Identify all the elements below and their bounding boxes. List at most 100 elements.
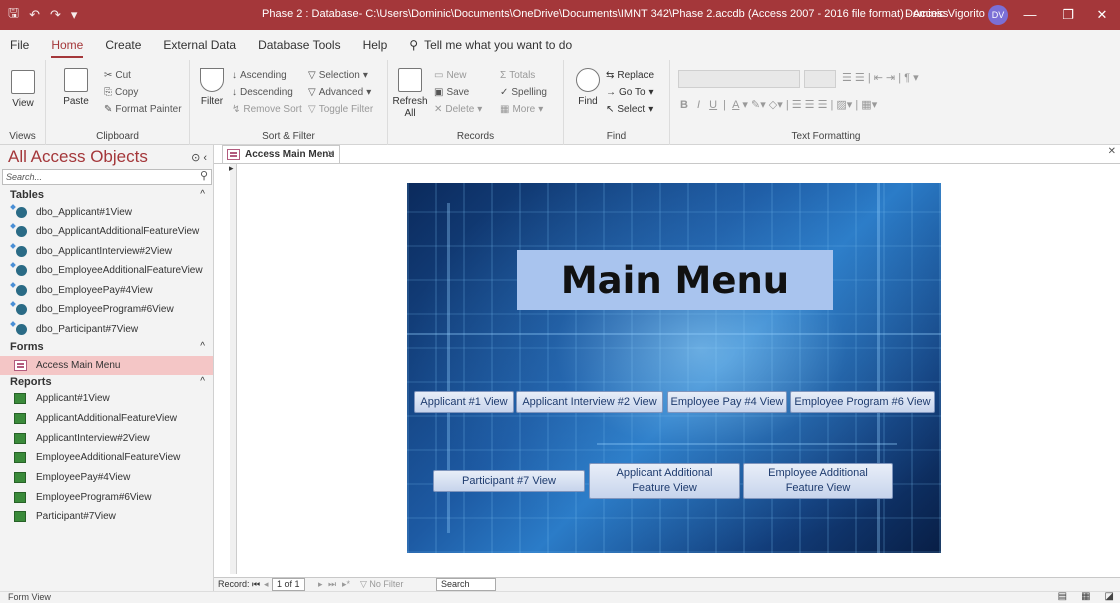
refresh-icon[interactable]	[398, 68, 422, 92]
nav-pane-controls[interactable]: ⊙ ‹	[191, 151, 207, 164]
document-tab[interactable]: Access Main Menu ✕	[222, 145, 340, 163]
view-icon[interactable]	[11, 70, 35, 94]
tab-create[interactable]: Create	[105, 38, 141, 52]
new-record-button[interactable]: ▭ New	[434, 70, 466, 81]
search-icon[interactable]: ⚲	[200, 169, 208, 183]
paste-button[interactable]: Paste	[56, 96, 96, 107]
section-forms[interactable]: Forms ^	[0, 339, 213, 355]
customize-qat-icon[interactable]: ▾	[71, 7, 78, 23]
ascending-button[interactable]: ↓ Ascending	[232, 70, 287, 81]
tell-me-box[interactable]: ⚲ Tell me what you want to do	[409, 38, 572, 52]
applicant-interview-2-view-button[interactable]: Applicant Interview #2 View	[516, 391, 663, 413]
select-button[interactable]: ↖ Select ▾	[606, 104, 653, 115]
status-view-label: Form View	[8, 592, 51, 602]
nav-search-input[interactable]: Search... ⚲	[2, 169, 212, 185]
descending-button[interactable]: ↓ Descending	[232, 87, 293, 98]
chevron-up-icon[interactable]: ^	[200, 374, 205, 390]
advanced-button[interactable]: ▽ Advanced ▾	[308, 87, 371, 98]
nav-item-report[interactable]: EmployeeAdditionalFeatureView	[0, 448, 213, 467]
tab-file[interactable]: File	[10, 38, 29, 52]
save-record-button[interactable]: ▣ Save	[434, 87, 469, 98]
nav-item-report[interactable]: ApplicantInterview#2View	[0, 429, 213, 448]
tab-external-data[interactable]: External Data	[163, 38, 236, 52]
view-button[interactable]: View	[4, 98, 42, 109]
cut-button[interactable]: ✂ Cut	[104, 70, 131, 81]
replace-button[interactable]: ⇆ Replace	[606, 70, 654, 81]
totals-button[interactable]: Σ Totals	[500, 70, 535, 81]
linked-table-icon	[16, 246, 27, 257]
layout-view-icon[interactable]: ▦	[1081, 591, 1090, 602]
last-record-button[interactable]: ⏭	[328, 579, 336, 590]
selection-button[interactable]: ▽ Selection ▾	[308, 70, 368, 81]
nav-item-report[interactable]: Participant#7View	[0, 507, 213, 526]
go-to-button[interactable]: → Go To ▾	[606, 87, 654, 98]
redo-icon[interactable]: ↷	[50, 7, 61, 23]
bold-italic-underline[interactable]: B I U | A ▾ ✎▾ ◇▾ | ☰ ☰ ☰ | ▨▾ | ▦▾	[680, 98, 877, 112]
applicant-additional-feature-view-button[interactable]: Applicant Additional Feature View	[589, 463, 740, 499]
magnifier-icon[interactable]	[576, 68, 600, 92]
nav-item-form[interactable]: Access Main Menu	[0, 356, 213, 375]
tab-help[interactable]: Help	[363, 38, 388, 52]
participant-7-view-button[interactable]: Participant #7 View	[433, 470, 585, 492]
previous-record-button[interactable]: ◂	[264, 579, 269, 590]
more-button[interactable]: ▦ More ▾	[500, 104, 543, 115]
font-size-select[interactable]	[804, 70, 836, 88]
minimize-button[interactable]: —	[1012, 0, 1048, 30]
tab-home[interactable]: Home	[51, 38, 84, 58]
nav-item-report[interactable]: EmployeePay#4View	[0, 468, 213, 487]
nav-item-table[interactable]: dbo_Applicant#1View	[0, 203, 213, 222]
chevron-up-icon[interactable]: ^	[200, 187, 205, 203]
restore-button[interactable]: ❐	[1050, 0, 1086, 30]
find-button[interactable]: Find	[570, 96, 606, 107]
refresh-button[interactable]: Refresh	[392, 96, 428, 107]
section-reports[interactable]: Reports ^	[0, 374, 213, 390]
no-filter-indicator[interactable]: ▽ No Filter	[360, 579, 403, 590]
section-tables[interactable]: Tables ^	[0, 187, 213, 203]
delete-button[interactable]: ✕ Delete ▾	[434, 104, 482, 115]
records-group-label: Records	[456, 131, 495, 142]
toggle-filter-button[interactable]: ▽ Toggle Filter	[308, 104, 373, 115]
nav-item-report[interactable]: EmployeeProgram#6View	[0, 488, 213, 507]
tab-database-tools[interactable]: Database Tools	[258, 38, 341, 52]
close-document-icon[interactable]: ✕	[1108, 146, 1116, 157]
avatar[interactable]: DV	[988, 5, 1008, 25]
record-search-input[interactable]: Search	[436, 578, 496, 591]
nav-item-table[interactable]: dbo_Participant#7View	[0, 320, 213, 339]
nav-item-table[interactable]: dbo_ApplicantAdditionalFeatureView	[0, 222, 213, 241]
next-record-button[interactable]: ▸	[318, 579, 323, 590]
remove-sort-button[interactable]: ↯ Remove Sort	[232, 104, 302, 115]
employee-pay-4-view-button[interactable]: Employee Pay #4 View	[667, 391, 787, 413]
spelling-button[interactable]: ✓ Spelling	[500, 87, 547, 98]
employee-additional-feature-view-button[interactable]: Employee Additional Feature View	[743, 463, 893, 499]
applicant-1-view-button[interactable]: Applicant #1 View	[414, 391, 514, 413]
copy-button[interactable]: ⎘ Copy	[104, 87, 138, 98]
save-icon[interactable]: 🖫	[8, 4, 19, 26]
new-record-nav-button[interactable]: ▸*	[342, 579, 350, 590]
user-name[interactable]: Dominic Vigorito	[905, 8, 985, 20]
chevron-up-icon[interactable]: ^	[200, 339, 205, 355]
close-button[interactable]: ✕	[1084, 0, 1120, 30]
nav-item-table[interactable]: dbo_EmployeeAdditionalFeatureView	[0, 261, 213, 280]
close-tab-icon[interactable]: ✕	[327, 146, 335, 163]
font-name-select[interactable]	[678, 70, 800, 88]
form-view-icon[interactable]: ▤	[1058, 591, 1067, 602]
nav-item-table[interactable]: dbo_EmployeeProgram#6View	[0, 300, 213, 319]
nav-item-table[interactable]: dbo_ApplicantInterview#2View	[0, 242, 213, 261]
funnel-icon[interactable]	[200, 68, 224, 92]
format-painter-button[interactable]: ✎ Format Painter	[104, 104, 182, 115]
list-buttons[interactable]: ☰ ☰ | ⇤ ⇥ | ¶ ▾	[842, 71, 919, 84]
undo-icon[interactable]: ↶	[29, 7, 40, 23]
nav-item-report[interactable]: Applicant#1View	[0, 389, 213, 408]
nav-pane-title[interactable]: All Access Objects	[8, 147, 148, 167]
filter-button[interactable]: Filter	[196, 96, 228, 107]
first-record-button[interactable]: ⏮	[252, 579, 260, 590]
record-selector[interactable]	[229, 163, 237, 574]
paste-icon[interactable]	[64, 68, 88, 92]
nav-item-report[interactable]: ApplicantAdditionalFeatureView	[0, 409, 213, 428]
current-record-input[interactable]: 1 of 1	[272, 578, 305, 591]
refresh-all-label[interactable]: All	[392, 108, 428, 119]
design-view-icon[interactable]: ◪	[1105, 591, 1114, 602]
copy-icon: ⎘	[104, 87, 112, 98]
nav-item-table[interactable]: dbo_EmployeePay#4View	[0, 281, 213, 300]
employee-program-6-view-button[interactable]: Employee Program #6 View	[790, 391, 935, 413]
